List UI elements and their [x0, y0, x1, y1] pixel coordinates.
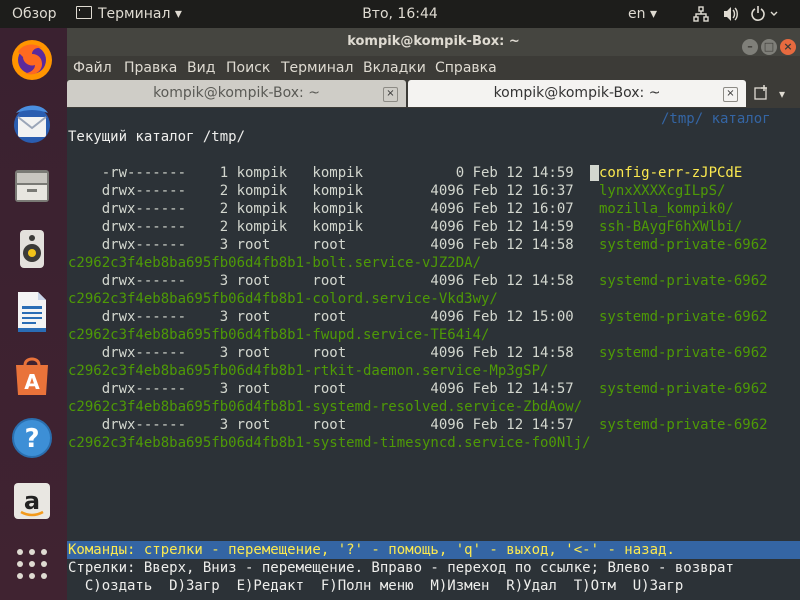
close-button[interactable]: ×	[780, 39, 796, 55]
keys-line: C)оздать D)Загр E)Редакт F)Полн меню M)И…	[68, 578, 684, 594]
launcher: A ? a	[0, 28, 67, 600]
entry-link-continuation[interactable]: c2962c3f4eb8ba695fb06d4fb8b1-colord.serv…	[68, 290, 498, 308]
entry-meta: drwx------ 2 kompik kompik 4096 Feb 12 1…	[68, 183, 574, 199]
tab-1[interactable]: kompik@kompik-Box: ~ ×	[67, 80, 406, 107]
table-row: drwx------ 3 root root 4096 Feb 12 14:57	[68, 416, 574, 434]
table-row: drwx------ 2 kompik kompik 4096 Feb 12 1…	[68, 218, 574, 236]
entry-link[interactable]: systemd-private-6962	[599, 380, 768, 398]
entry-meta: -rw------- 1 kompik kompik 0 Feb 12 14:5…	[68, 165, 574, 181]
help-icon[interactable]: ?	[8, 414, 56, 462]
table-row: drwx------ 3 root root 4096 Feb 12 14:58	[68, 344, 574, 362]
entry-link[interactable]: config-err-zJPCdE	[599, 164, 742, 182]
entry-link[interactable]: systemd-private-6962	[599, 236, 768, 254]
table-row: drwx------ 3 root root 4096 Feb 12 14:58	[68, 236, 574, 254]
tab-2[interactable]: kompik@kompik-Box: ~ ×	[408, 80, 746, 107]
menu-view[interactable]: Вид	[187, 56, 215, 80]
table-row: drwx------ 2 kompik kompik 4096 Feb 12 1…	[68, 182, 574, 200]
entry-meta: drwx------ 3 root root 4096 Feb 12 14:58	[68, 345, 574, 361]
svg-text:a: a	[24, 487, 40, 515]
chevron-down-icon: ▾	[645, 6, 657, 22]
clock-label: Вто, 16:44	[362, 6, 438, 22]
menu-terminal[interactable]: Терминал	[281, 56, 353, 80]
help-line: Стрелки: Вверх, Вниз - перемещение. Впра…	[68, 560, 734, 576]
status-bar-text: Команды: стрелки - перемещение, '?' - по…	[68, 542, 675, 558]
terminal-window: kompik@kompik-Box: ~ – □ × Файл Правка Вид…	[67, 28, 800, 600]
window-titlebar[interactable]: kompik@kompik-Box: ~ – □ ×	[67, 28, 800, 56]
entry-meta: drwx------ 3 root root 4096 Feb 12 14:57	[68, 417, 574, 433]
entry-link[interactable]: ssh-BAygF6hXWlbi/	[599, 218, 742, 236]
tab-list-button[interactable]: ▾	[779, 84, 795, 104]
writer-icon[interactable]	[8, 288, 56, 336]
language-indicator[interactable]: en ▾	[628, 0, 657, 28]
entry-meta: drwx------ 2 kompik kompik 4096 Feb 12 1…	[68, 219, 574, 235]
menu-search[interactable]: Поиск	[226, 56, 270, 80]
window-controls: – □ ×	[739, 33, 796, 55]
close-tab-icon[interactable]: ×	[383, 87, 398, 102]
thunderbird-icon[interactable]	[8, 99, 56, 147]
entry-meta: drwx------ 3 root root 4096 Feb 12 15:00	[68, 309, 574, 325]
entry-meta: drwx------ 3 root root 4096 Feb 12 14:58	[68, 237, 574, 253]
menu-edit[interactable]: Правка	[124, 56, 177, 80]
top-panel: Обзор Терминал ▾ Вто, 16:44 en ▾	[0, 0, 800, 28]
tab-bar: kompik@kompik-Box: ~ × kompik@kompik-Box…	[67, 80, 800, 108]
amazon-icon[interactable]: a	[8, 477, 56, 525]
volume-icon[interactable]	[722, 0, 740, 28]
svg-text:?: ?	[24, 424, 39, 454]
entry-link[interactable]: systemd-private-6962	[599, 308, 768, 326]
entry-meta: drwx------ 3 root root 4096 Feb 12 14:58	[68, 273, 574, 289]
header-right: /tmp/ каталог	[661, 111, 771, 127]
menubar: Файл Правка Вид Поиск Терминал Вкладки С…	[67, 56, 800, 80]
entry-link-continuation[interactable]: c2962c3f4eb8ba695fb06d4fb8b1-systemd-res…	[68, 398, 582, 416]
close-tab-icon[interactable]: ×	[723, 87, 738, 102]
entry-link-continuation[interactable]: c2962c3f4eb8ba695fb06d4fb8b1-fwupd.servi…	[68, 326, 489, 344]
entry-link[interactable]: systemd-private-6962	[599, 272, 768, 290]
menu-file[interactable]: Файл	[73, 56, 112, 80]
new-tab-button[interactable]	[750, 84, 774, 104]
menu-tabs[interactable]: Вкладки	[363, 56, 426, 80]
entry-link-continuation[interactable]: c2962c3f4eb8ba695fb06d4fb8b1-bolt.servic…	[68, 254, 481, 272]
entry-link[interactable]: systemd-private-6962	[599, 416, 768, 434]
table-row: drwx------ 3 root root 4096 Feb 12 14:57	[68, 380, 574, 398]
network-icon[interactable]	[693, 0, 709, 28]
table-row: drwx------ 3 root root 4096 Feb 12 14:58	[68, 272, 574, 290]
table-row: -rw------- 1 kompik kompik 0 Feb 12 14:5…	[68, 164, 574, 182]
entry-link-continuation[interactable]: c2962c3f4eb8ba695fb06d4fb8b1-rtkit-daemo…	[68, 362, 548, 380]
svg-text:A: A	[24, 370, 40, 394]
clock[interactable]: Вто, 16:44	[0, 0, 800, 28]
menu-help[interactable]: Справка	[435, 56, 497, 80]
cursor	[590, 165, 599, 181]
language-label: en	[628, 6, 646, 22]
tab-1-label: kompik@kompik-Box: ~	[153, 85, 320, 101]
power-icon[interactable]	[750, 0, 780, 28]
software-icon[interactable]: A	[8, 351, 56, 399]
apps-grid-icon[interactable]	[8, 540, 56, 588]
files-icon[interactable]	[8, 162, 56, 210]
entry-link[interactable]: lynxXXXXcgILpS/	[599, 182, 725, 200]
table-row: drwx------ 2 kompik kompik 4096 Feb 12 1…	[68, 200, 574, 218]
entry-meta: drwx------ 3 root root 4096 Feb 12 14:57	[68, 381, 574, 397]
entry-link[interactable]: mozilla_kompik0/	[599, 200, 734, 218]
entry-meta: drwx------ 2 kompik kompik 4096 Feb 12 1…	[68, 201, 574, 217]
entry-link[interactable]: systemd-private-6962	[599, 344, 768, 362]
tab-2-label: kompik@kompik-Box: ~	[493, 85, 661, 101]
rhythmbox-icon[interactable]	[8, 225, 56, 273]
terminal-content[interactable]: /tmp/ каталог Текущий каталог /tmp/ -rw-…	[67, 108, 800, 600]
minimize-button[interactable]: –	[742, 39, 758, 55]
window-title: kompik@kompik-Box: ~	[347, 34, 520, 49]
firefox-icon[interactable]	[8, 36, 56, 84]
entry-link-continuation[interactable]: c2962c3f4eb8ba695fb06d4fb8b1-systemd-tim…	[68, 434, 591, 452]
maximize-button[interactable]: □	[761, 39, 777, 55]
table-row: drwx------ 3 root root 4096 Feb 12 15:00	[68, 308, 574, 326]
current-dir-line: Текущий каталог /tmp/	[68, 129, 246, 145]
